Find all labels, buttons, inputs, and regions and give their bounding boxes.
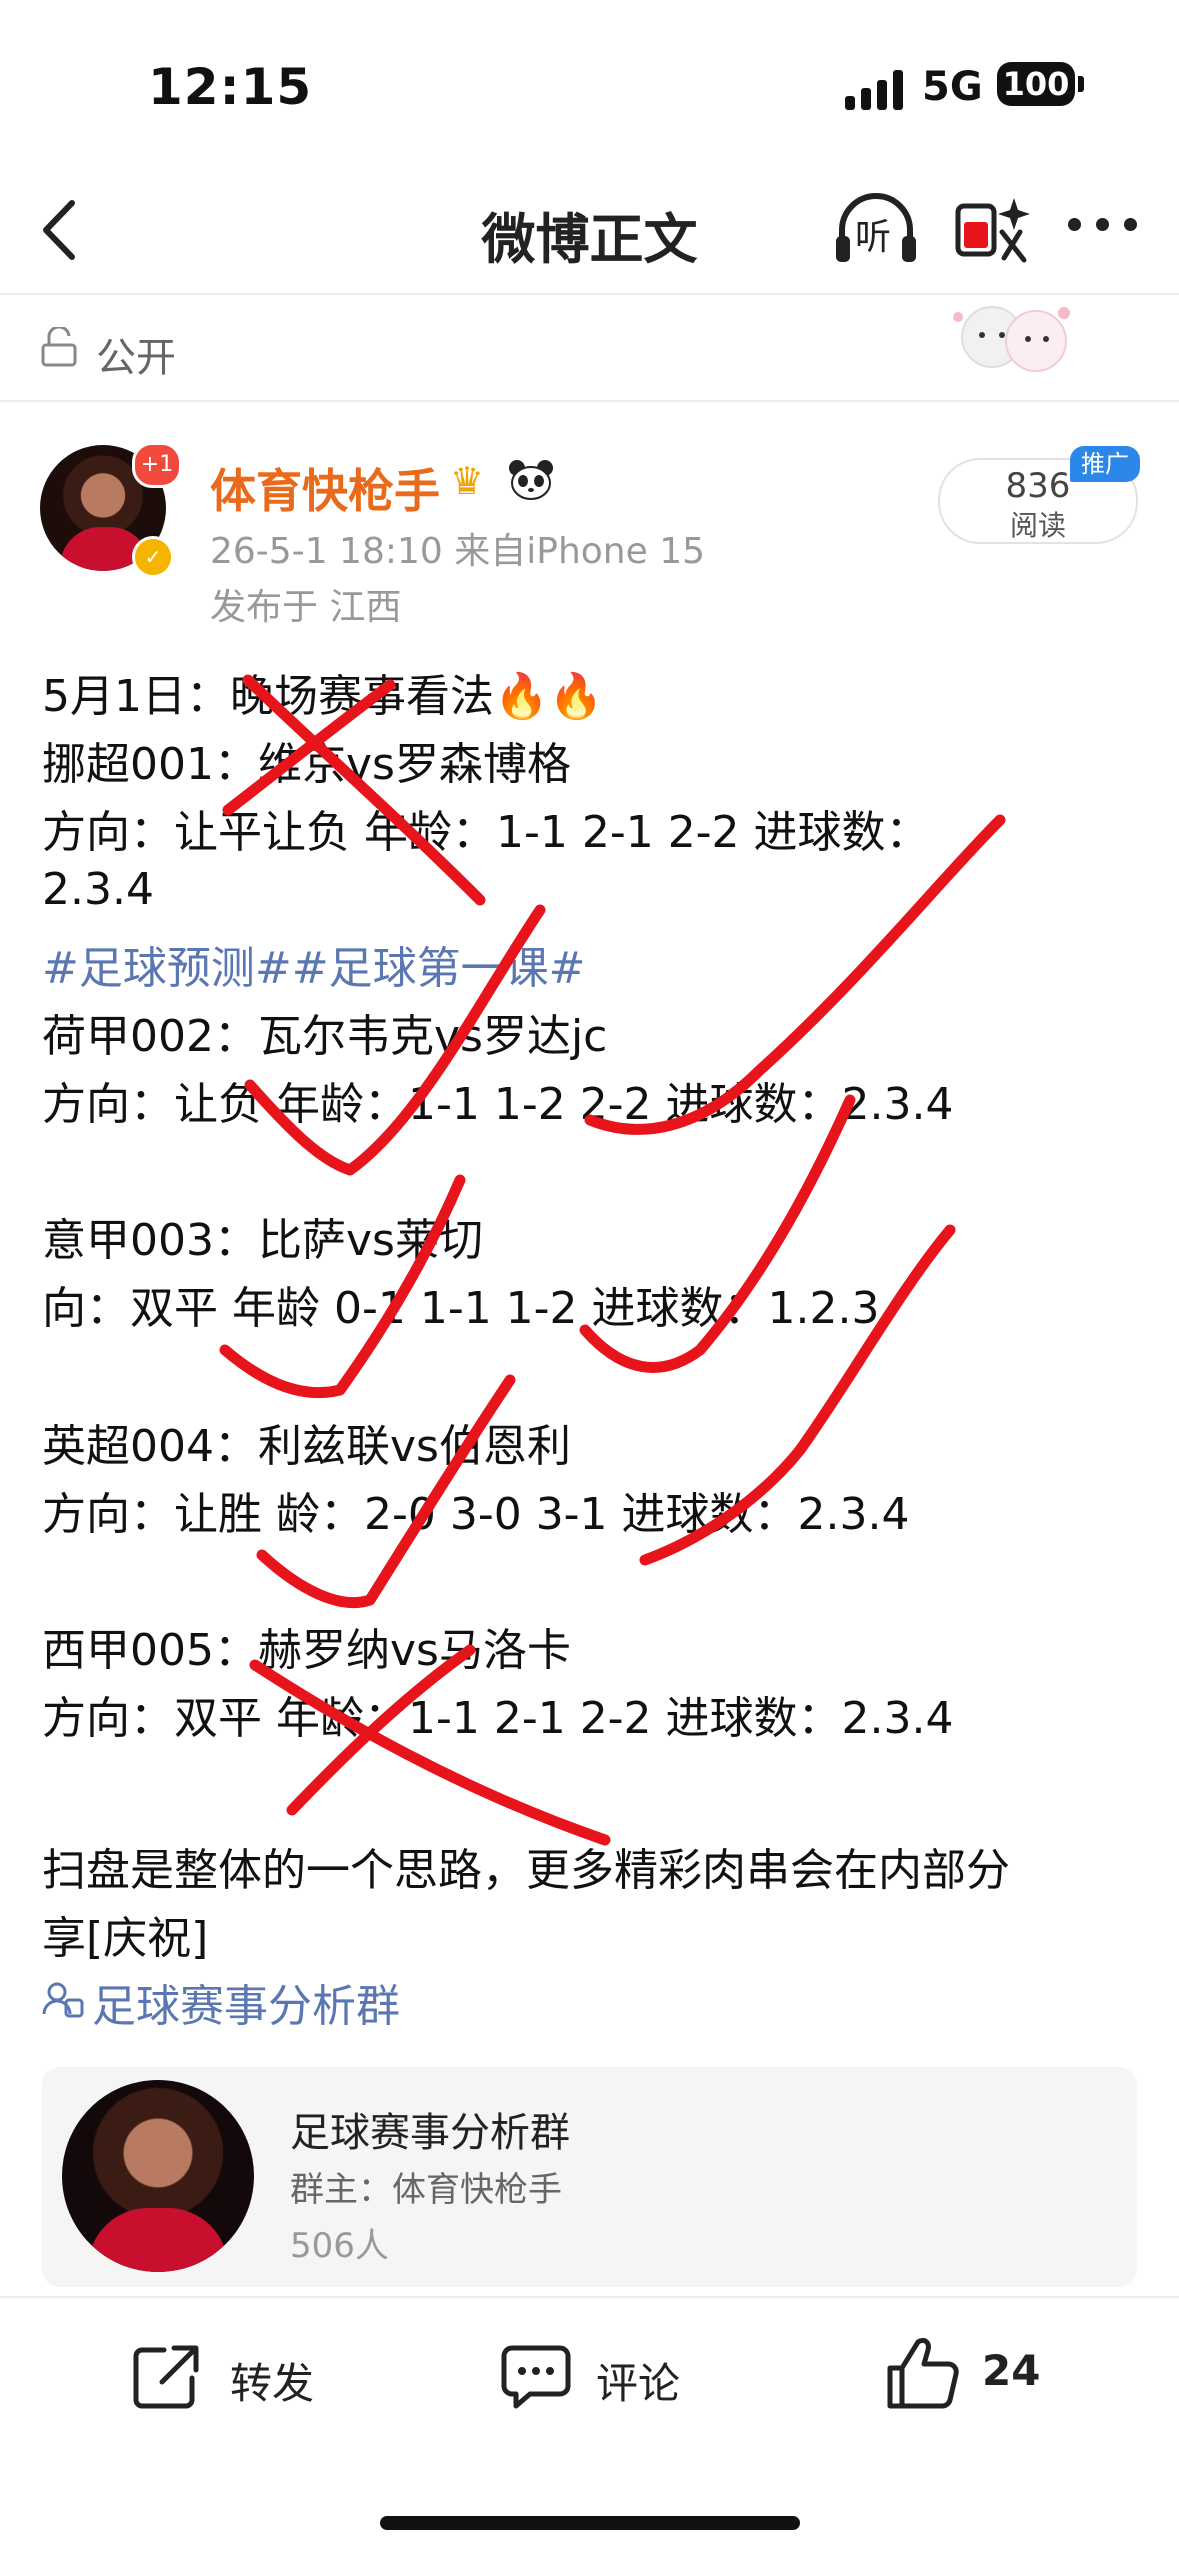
- cellular-signal-icon: [845, 68, 907, 110]
- repost-button[interactable]: 转发: [130, 2336, 350, 2416]
- verified-icon: ✓: [132, 536, 174, 578]
- group-link[interactable]: 足球赛事分析群: [92, 1970, 400, 2034]
- like-count: 24: [982, 2346, 1041, 2395]
- group-card-owner: 群主：体育快枪手: [290, 2170, 562, 2210]
- divider: [0, 2296, 1179, 2298]
- crown-icon: ♛: [450, 459, 485, 503]
- group-avatar: [62, 2080, 254, 2272]
- post-line: 方向：让负 年龄：1-1 1-2 2-2 进球数：2.3.4: [42, 1079, 954, 1130]
- panda-icon: [509, 460, 553, 500]
- like-button[interactable]: 24: [884, 2330, 1084, 2416]
- decorative-sticker: [953, 306, 1070, 372]
- network-type: 5G: [922, 64, 983, 110]
- post-line: 西甲005：赫罗纳vs马洛卡: [42, 1625, 571, 1676]
- read-label: 阅读: [1009, 509, 1066, 542]
- post-line: 荷甲002：瓦尔韦克vs罗达jc: [42, 1011, 608, 1062]
- battery-icon: 100: [997, 62, 1075, 106]
- divider: [0, 400, 1179, 402]
- post-line: 2.3.4: [42, 864, 154, 915]
- group-card-title: 足球赛事分析群: [290, 2110, 570, 2156]
- author-name[interactable]: 体育快枪手: [210, 455, 440, 521]
- comment-label: 评论: [596, 2359, 681, 2408]
- post-line: 方向：让平让负 年龄：1-1 2-1 2-2 进球数：: [42, 807, 930, 858]
- post-line: 向：双平 年龄 0-1 1-1 1-2 进球数：1.2.3: [42, 1283, 880, 1334]
- home-indicator[interactable]: [380, 2516, 800, 2530]
- post-line: 5月1日：晚场赛事看法🔥🔥: [42, 671, 604, 722]
- post-location: 发布于 江西: [210, 587, 402, 628]
- group-icon: [42, 1982, 84, 2018]
- repost-icon: [133, 2345, 199, 2409]
- post-line: 方向：让胜 龄：2-0 3-0 3-1 进球数：2.3.4: [42, 1489, 910, 1540]
- post-line: 英超004：利兹联vs伯恩利: [42, 1421, 571, 1472]
- red-packet-icon[interactable]: [950, 188, 1038, 272]
- new-badge: +1: [132, 442, 182, 488]
- post-meta: 26-5-1 18:10 来自iPhone 15: [210, 531, 706, 572]
- group-card-member-count: 506人: [290, 2226, 389, 2266]
- post-line: 方向：双平 年龄：1-1 2-1 2-2 进球数：2.3.4: [42, 1693, 954, 1744]
- more-options-icon[interactable]: [1068, 218, 1138, 232]
- repost-label: 转发: [230, 2359, 315, 2408]
- comment-button[interactable]: 评论: [500, 2336, 720, 2416]
- listen-button[interactable]: 听: [832, 190, 920, 270]
- listen-label: 听: [855, 217, 892, 258]
- visibility-label: 公开: [96, 335, 176, 381]
- lock-icon: [41, 327, 77, 367]
- post-line: 扫盘是整体的一个思路，更多精彩肉串会在内部分: [42, 1845, 1010, 1896]
- post-line: 挪超001：维京vs罗森博格: [42, 739, 571, 790]
- thumbs-up-icon: [887, 2337, 959, 2409]
- status-time: 12:15: [148, 58, 313, 116]
- promote-badge[interactable]: 推广: [1070, 446, 1140, 482]
- topic-hashtags[interactable]: #足球预测##足球第一课#: [42, 932, 585, 996]
- post-line: 享[庆祝]: [42, 1913, 209, 1964]
- post-line: 意甲003：比萨vs莱切: [42, 1215, 483, 1266]
- comment-icon: [501, 2345, 571, 2409]
- battery-tip: [1078, 76, 1084, 92]
